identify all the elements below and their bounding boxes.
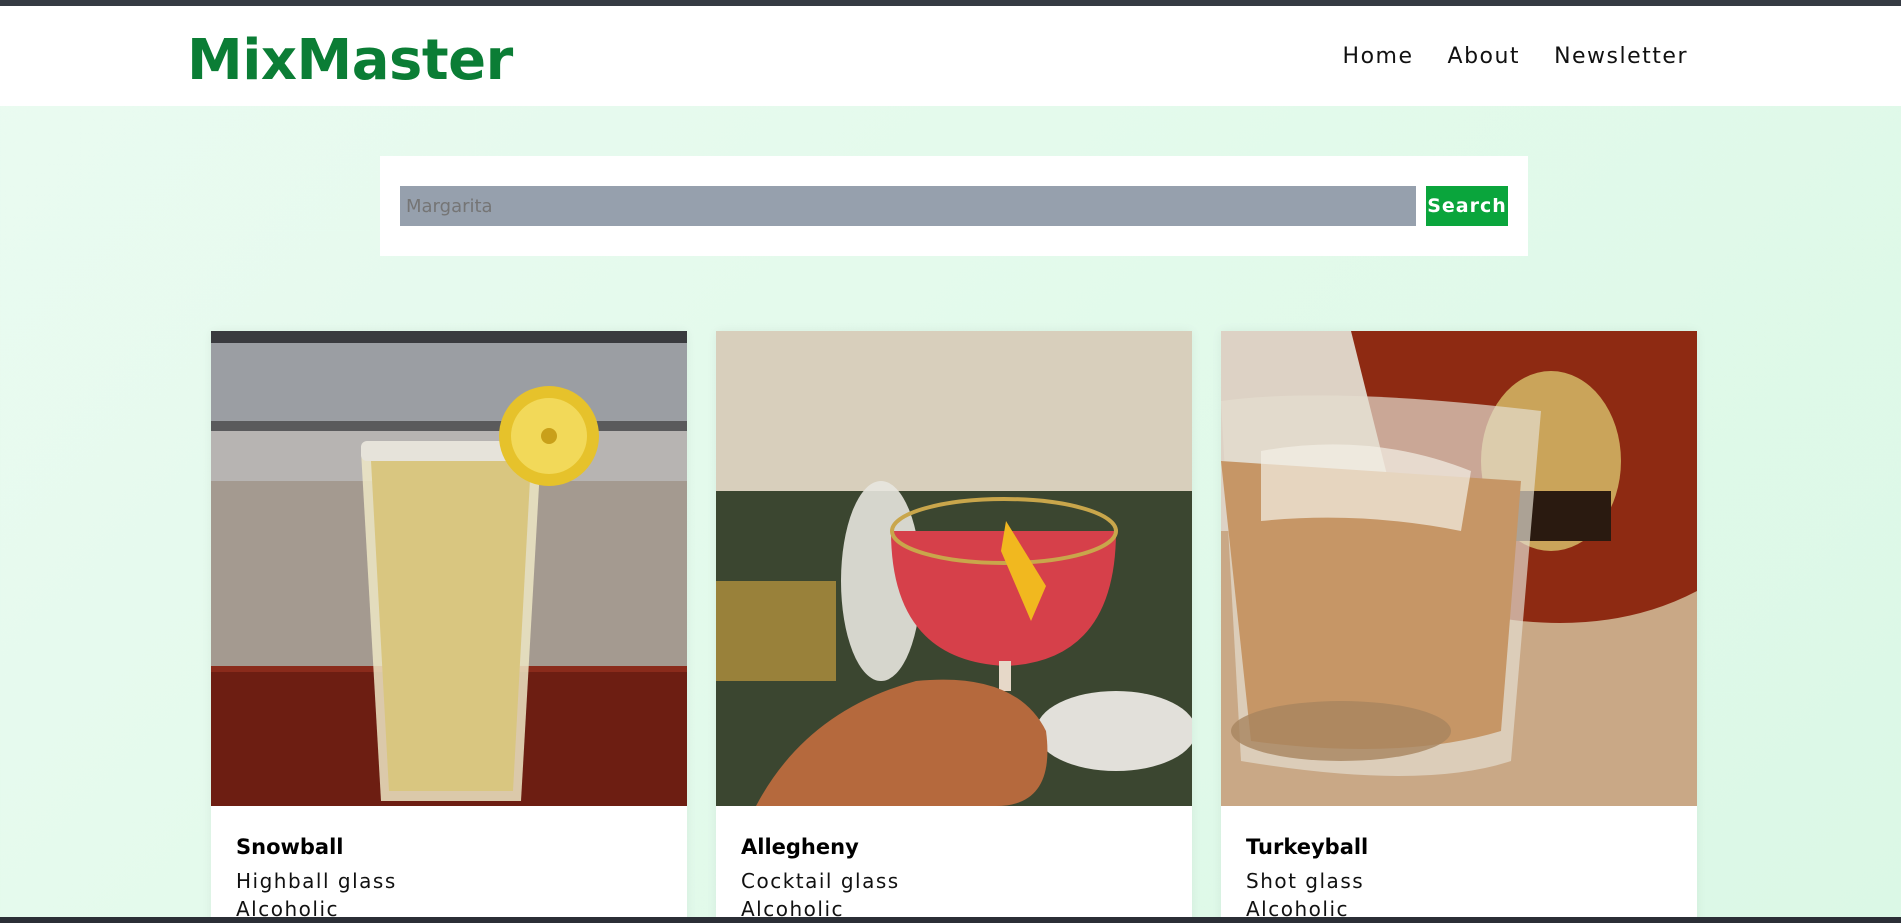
site-header: MixMaster Home About Newsletter — [0, 6, 1901, 106]
cocktail-image[interactable] — [1221, 331, 1697, 806]
cocktail-card[interactable]: Snowball Highball glass Alcoholic — [211, 331, 687, 923]
cocktail-name: Snowball — [236, 835, 344, 859]
search-input[interactable] — [400, 186, 1416, 226]
nav-home-link[interactable]: Home — [1343, 44, 1414, 69]
cocktail-card[interactable]: Turkeyball Shot glass Alcoholic — [1221, 331, 1697, 923]
cocktail-glass: Highball glass — [236, 869, 397, 893]
cocktail-glass: Shot glass — [1246, 869, 1365, 893]
nav-newsletter-link[interactable]: Newsletter — [1554, 44, 1688, 69]
cocktail-name: Turkeyball — [1246, 835, 1369, 859]
search-form: Search — [380, 156, 1528, 256]
cocktail-glass: Cocktail glass — [741, 869, 900, 893]
cocktail-image[interactable] — [716, 331, 1192, 806]
search-button[interactable]: Search — [1426, 186, 1508, 226]
cocktail-card[interactable]: Allegheny Cocktail glass Alcoholic — [716, 331, 1192, 923]
cocktail-image[interactable] — [211, 331, 687, 806]
main-nav: Home About Newsletter — [1343, 44, 1688, 69]
logo[interactable]: MixMaster — [187, 28, 513, 93]
nav-about-link[interactable]: About — [1448, 44, 1521, 69]
bottom-border — [0, 917, 1901, 923]
cocktail-name: Allegheny — [741, 835, 859, 859]
